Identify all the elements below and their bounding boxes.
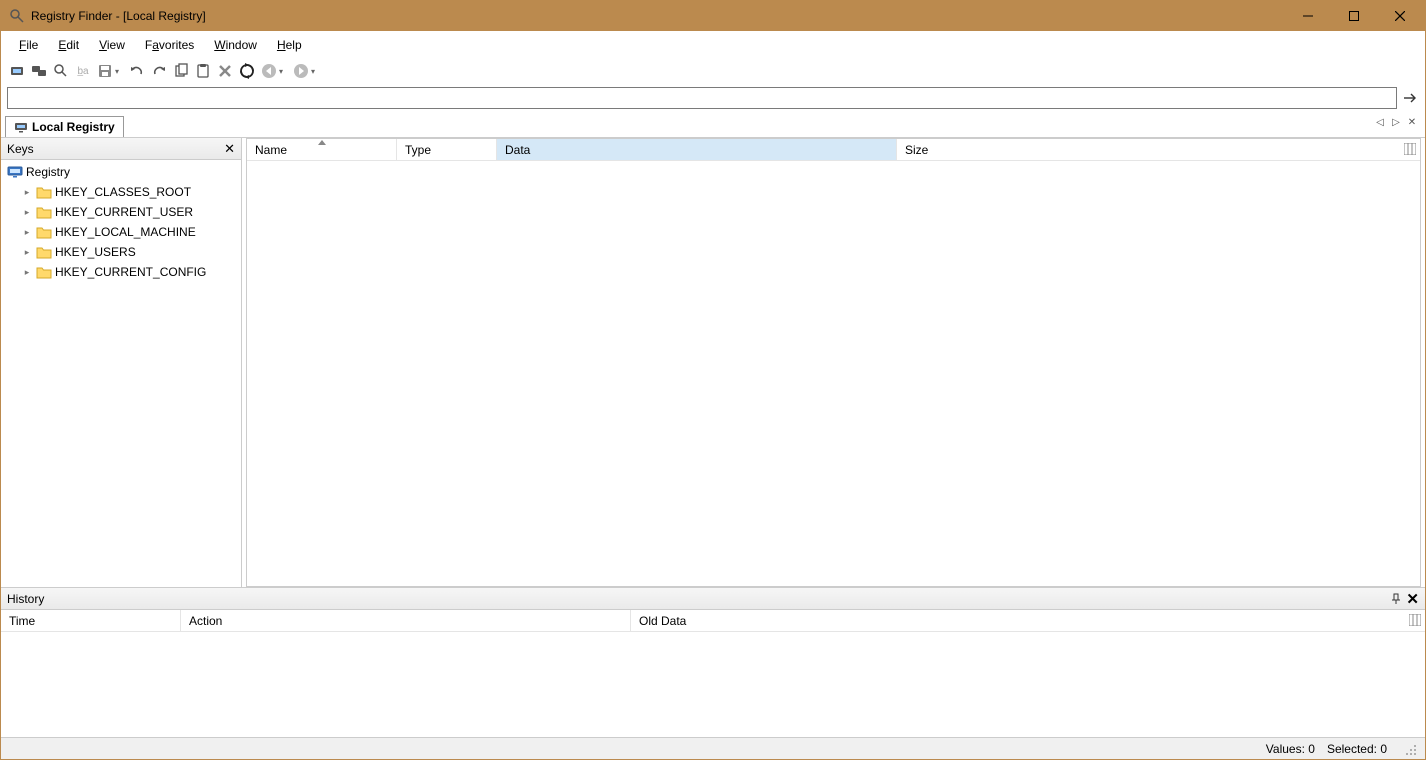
tab-close-icon[interactable]: ✕ — [1405, 115, 1419, 129]
expander-icon[interactable]: ▸ — [21, 207, 33, 218]
column-chooser-icon[interactable] — [1402, 141, 1418, 157]
col-type[interactable]: Type — [397, 139, 497, 160]
history-grid[interactable] — [1, 632, 1425, 737]
statusbar: Values: 0 Selected: 0 — [1, 737, 1425, 759]
delete-icon[interactable] — [215, 61, 235, 81]
window-controls — [1285, 1, 1423, 31]
address-input[interactable] — [7, 87, 1397, 109]
tree-hive[interactable]: ▸ HKEY_CLASSES_ROOT — [19, 182, 237, 202]
menu-window[interactable]: Window — [204, 34, 267, 56]
minimize-button[interactable] — [1285, 1, 1331, 31]
forward-icon[interactable] — [291, 61, 311, 81]
tree-hive-label: HKEY_CURRENT_CONFIG — [55, 265, 206, 279]
tab-computer-icon — [14, 120, 28, 134]
addressbar — [1, 83, 1425, 113]
col-data[interactable]: Data — [497, 139, 897, 160]
history-close-icon[interactable]: ✕ — [1406, 590, 1419, 608]
history-column-chooser-icon[interactable] — [1407, 612, 1423, 628]
tree-hive[interactable]: ▸ HKEY_USERS — [19, 242, 237, 262]
tree-hive-label: HKEY_LOCAL_MACHINE — [55, 225, 196, 239]
maximize-button[interactable] — [1331, 1, 1377, 31]
app-icon — [9, 8, 25, 24]
forward-dropdown-icon[interactable]: ▾ — [311, 67, 321, 76]
hist-col-action[interactable]: Action — [181, 610, 631, 631]
redo-icon[interactable] — [149, 61, 169, 81]
folder-icon — [36, 205, 52, 219]
status-selected: Selected: 0 — [1327, 742, 1387, 756]
expander-icon[interactable]: ▸ — [21, 187, 33, 198]
sidebar-title: Keys — [7, 142, 34, 156]
tree-root[interactable]: Registry — [5, 162, 237, 182]
menubar: File Edit View Favorites Window Help — [1, 31, 1425, 59]
save-icon[interactable] — [95, 61, 115, 81]
menu-file[interactable]: File — [9, 34, 48, 56]
back-dropdown-icon[interactable]: ▾ — [279, 67, 289, 76]
folder-icon — [36, 225, 52, 239]
tree-hive-label: HKEY_CLASSES_ROOT — [55, 185, 191, 199]
copy-icon[interactable] — [171, 61, 191, 81]
resize-grip-icon[interactable] — [1403, 742, 1417, 756]
hist-col-time[interactable]: Time — [1, 610, 181, 631]
tabstrip: Local Registry ◁ ▷ ✕ — [1, 113, 1425, 137]
tree-hive[interactable]: ▸ HKEY_LOCAL_MACHINE — [19, 222, 237, 242]
history-pin-icon[interactable] — [1390, 593, 1402, 605]
undo-icon[interactable] — [127, 61, 147, 81]
close-button[interactable] — [1377, 1, 1423, 31]
tree-hive-label: HKEY_USERS — [55, 245, 136, 259]
tab-prev-icon[interactable]: ◁ — [1373, 115, 1387, 129]
status-values: Values: 0 — [1266, 742, 1315, 756]
menu-help[interactable]: Help — [267, 34, 312, 56]
expander-icon[interactable]: ▸ — [21, 247, 33, 258]
tree-hive[interactable]: ▸ HKEY_CURRENT_USER — [19, 202, 237, 222]
remote-registry-icon[interactable] — [29, 61, 49, 81]
toolbar: b̲a ▾ ▾ ▾ — [1, 59, 1425, 83]
tab-label: Local Registry — [32, 120, 115, 134]
menu-edit[interactable]: Edit — [48, 34, 89, 56]
folder-icon — [36, 185, 52, 199]
go-button[interactable] — [1401, 89, 1419, 107]
computer-icon — [7, 165, 23, 179]
history-title: History — [7, 592, 44, 606]
expander-icon[interactable]: ▸ — [21, 267, 33, 278]
history-column-headers: Time Action Old Data — [1, 610, 1425, 632]
sidebar-header: Keys ✕ — [1, 138, 241, 160]
col-name[interactable]: Name — [247, 139, 397, 160]
values-column-headers: Name Type Data Size — [247, 139, 1420, 161]
main-area: Keys ✕ Registry ▸ HKEY_CLASSES_ROOT ▸ HKEY_… — [1, 137, 1425, 587]
folder-icon — [36, 265, 52, 279]
menu-view[interactable]: View — [89, 34, 135, 56]
save-dropdown-icon[interactable]: ▾ — [115, 67, 125, 76]
history-panel: History ✕ Time Action Old Data — [1, 587, 1425, 737]
registry-tree[interactable]: Registry ▸ HKEY_CLASSES_ROOT ▸ HKEY_CURRENT… — [1, 160, 241, 587]
hist-col-olddata[interactable]: Old Data — [631, 610, 1031, 631]
expander-icon[interactable]: ▸ — [21, 227, 33, 238]
replace-icon[interactable]: b̲a — [73, 61, 93, 81]
tab-next-icon[interactable]: ▷ — [1389, 115, 1403, 129]
paste-icon[interactable] — [193, 61, 213, 81]
tab-local-registry[interactable]: Local Registry — [5, 116, 124, 137]
window-title: Registry Finder - [Local Registry] — [31, 9, 1285, 23]
search-icon[interactable] — [51, 61, 71, 81]
tree-hive[interactable]: ▸ HKEY_CURRENT_CONFIG — [19, 262, 237, 282]
col-size[interactable]: Size — [897, 139, 957, 160]
values-panel: Name Type Data Size — [246, 138, 1421, 587]
menu-favorites[interactable]: Favorites — [135, 34, 204, 56]
app-window: Registry Finder - [Local Registry] File … — [0, 0, 1426, 760]
tree-hive-label: HKEY_CURRENT_USER — [55, 205, 193, 219]
refresh-icon[interactable] — [237, 61, 257, 81]
sidebar: Keys ✕ Registry ▸ HKEY_CLASSES_ROOT ▸ HKEY_… — [1, 138, 242, 587]
tree-root-label: Registry — [26, 165, 70, 179]
titlebar[interactable]: Registry Finder - [Local Registry] — [1, 1, 1425, 31]
values-grid[interactable] — [247, 161, 1420, 586]
back-icon[interactable] — [259, 61, 279, 81]
history-header: History ✕ — [1, 588, 1425, 610]
folder-icon — [36, 245, 52, 259]
sidebar-close-icon[interactable]: ✕ — [224, 141, 235, 157]
local-registry-icon[interactable] — [7, 61, 27, 81]
